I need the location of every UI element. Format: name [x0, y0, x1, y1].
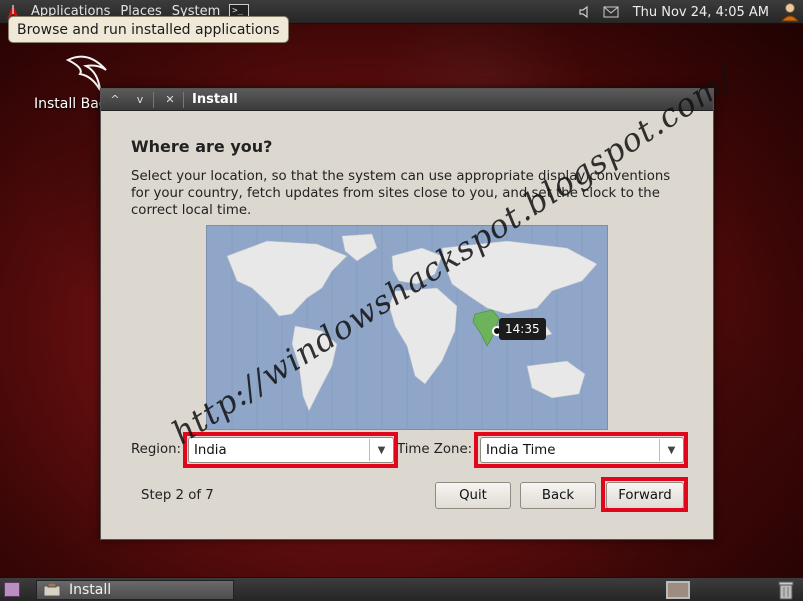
timezone-time-label: 14:35 — [499, 318, 546, 340]
taskbar-item-label: Install — [69, 582, 112, 598]
bottom-panel: Install — [0, 577, 803, 601]
titlebar-separator — [183, 91, 184, 108]
workspace-switcher[interactable] — [666, 581, 690, 599]
titlebar-separator — [153, 91, 154, 108]
show-desktop-icon[interactable] — [4, 582, 20, 597]
chevron-up-icon[interactable]: ^ — [104, 91, 126, 109]
install-launcher-label[interactable]: Install Bac — [34, 96, 104, 112]
timezone-label: Time Zone: — [397, 442, 473, 457]
quit-button[interactable]: Quit — [435, 482, 511, 509]
page-title: Where are you? — [131, 137, 273, 156]
installer-icon — [43, 583, 61, 597]
trash-icon[interactable] — [776, 580, 796, 600]
region-highlight-box — [183, 432, 398, 468]
back-button[interactable]: Back — [520, 482, 596, 509]
applications-tooltip: Browse and run installed applications — [8, 16, 289, 43]
installer-content: Where are you? Select your location, so … — [106, 112, 705, 531]
forward-highlight-box — [601, 477, 688, 512]
world-map-graphic[interactable] — [207, 226, 608, 430]
mail-icon[interactable] — [601, 2, 621, 22]
region-label: Region: — [131, 442, 181, 457]
clock[interactable]: Thu Nov 24, 4:05 AM — [633, 5, 769, 20]
close-icon[interactable]: ✕ — [159, 91, 181, 109]
user-switcher-icon[interactable] — [777, 0, 803, 24]
timezone-highlight-box — [474, 432, 688, 468]
window-title: Install — [192, 92, 238, 107]
step-indicator: Step 2 of 7 — [141, 488, 214, 503]
taskbar-item-install[interactable]: Install — [36, 580, 234, 600]
chevron-down-icon[interactable]: v — [129, 91, 151, 109]
window-titlebar[interactable]: ^ v ✕ Install — [101, 89, 713, 111]
volume-icon[interactable] — [575, 2, 595, 22]
